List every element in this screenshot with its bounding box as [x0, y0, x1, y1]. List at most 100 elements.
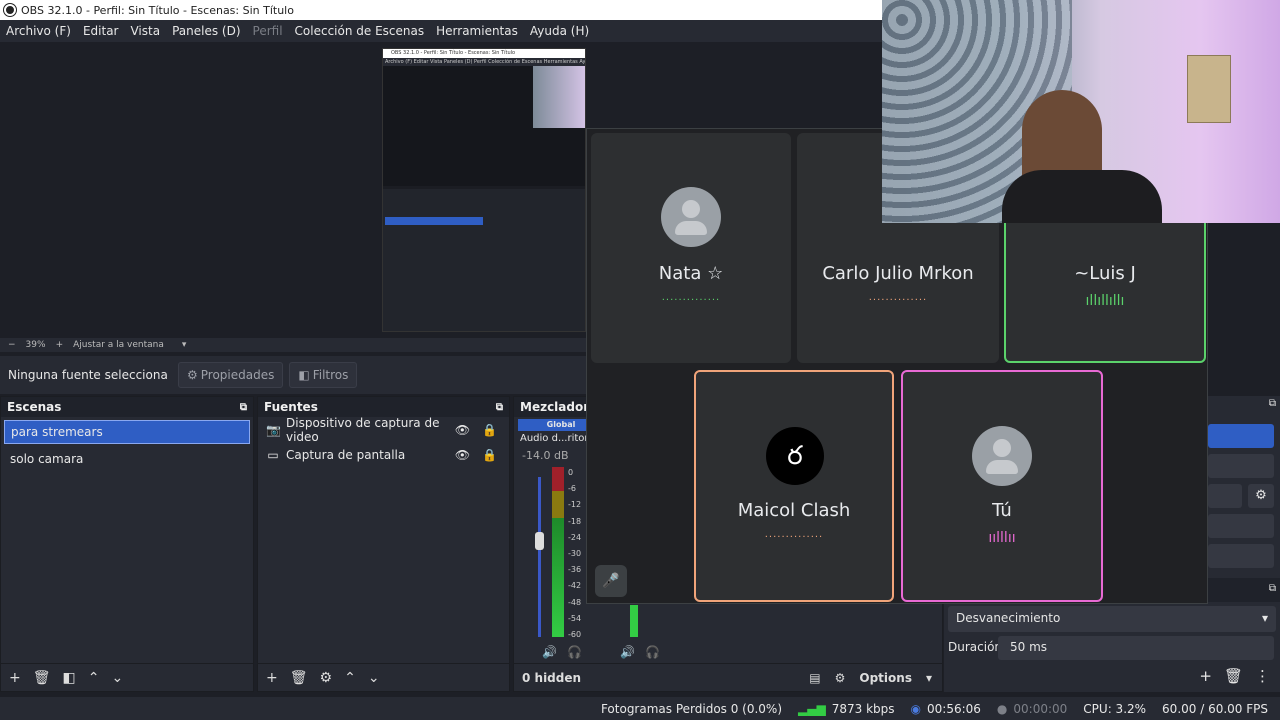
options-button[interactable]: Options: [859, 671, 912, 685]
gear-icon[interactable]: ⚙: [1248, 484, 1274, 508]
source-item[interactable]: 📷 Dispositivo de captura de video 👁 🔒: [258, 416, 509, 444]
scale-tick: -54: [568, 613, 582, 623]
speaking-wave-icon: ıllıllıllı: [1085, 293, 1125, 309]
headphones-icon[interactable]: 🎧: [567, 645, 582, 659]
move-down-icon[interactable]: ⌄: [368, 670, 380, 686]
stream-time-group: ◉ 00:56:06: [911, 702, 981, 716]
add-icon[interactable]: +: [1199, 667, 1212, 685]
speaker-icon[interactable]: 🔊: [542, 645, 557, 659]
scale-tick: -24: [568, 532, 582, 542]
no-source-label: Ninguna fuente selecciona: [8, 368, 168, 382]
scenes-dock: Escenas ⧉ para stremears solo camara + 🗑…: [0, 396, 254, 692]
undock-icon[interactable]: ⧉: [1269, 398, 1276, 409]
lock-icon[interactable]: 🔒: [482, 423, 497, 437]
undock-icon[interactable]: ⧉: [240, 402, 247, 413]
mixer-footer: 0 hidden ▤ ⚙ Options ▾: [514, 663, 942, 691]
menu-archivo[interactable]: Archivo (F): [0, 24, 77, 38]
control-button[interactable]: [1208, 544, 1274, 568]
zoom-out-button[interactable]: −: [8, 340, 16, 350]
control-button[interactable]: [1208, 454, 1274, 478]
scenes-title: Escenas: [7, 400, 62, 414]
undock-icon[interactable]: ⧉: [496, 402, 503, 413]
move-up-icon[interactable]: ⌃: [344, 670, 356, 686]
settings-icon[interactable]: ⚙: [835, 671, 846, 685]
menu-perfil[interactable]: Perfil: [247, 24, 289, 38]
scale-tick: -60: [568, 630, 582, 640]
participant-name: Carlo Julio Mrkon: [822, 263, 974, 284]
sources-dock: Fuentes ⧉ 📷 Dispositivo de captura de vi…: [257, 396, 510, 692]
scene-item[interactable]: para stremears: [4, 420, 250, 444]
scale-tick: -48: [568, 597, 582, 607]
rec-time-group: ● 00:00:00: [997, 702, 1067, 716]
scene-item[interactable]: solo camara: [4, 447, 250, 471]
participant-tile-self[interactable]: Tú ıılllıı: [901, 370, 1103, 602]
add-icon[interactable]: +: [9, 670, 21, 686]
volume-meter-2: [630, 605, 638, 637]
speaker-icon[interactable]: 🔊: [620, 645, 635, 659]
eye-icon[interactable]: 👁: [455, 423, 470, 437]
rec-time: 00:00:00: [1013, 701, 1068, 716]
window-title: OBS 32.1.0 - Perfil: Sin Título - Escena…: [21, 3, 294, 17]
filter-icon[interactable]: ◧: [63, 670, 76, 686]
sources-toolbar: + 🗑 ⚙ ⌃ ⌄: [258, 663, 509, 691]
transition-type: Desvanecimiento: [956, 611, 1061, 625]
menu-herramientas[interactable]: Herramientas: [430, 24, 524, 38]
duration-field[interactable]: 50 ms: [998, 636, 1274, 660]
participant-tile[interactable]: ర Maicol Clash ··············: [694, 370, 894, 602]
control-button[interactable]: [1208, 484, 1242, 508]
volume-slider-track[interactable]: [538, 477, 541, 637]
nested-screen-capture: OBS 32.1.0 - Perfil: Sin Título - Escena…: [382, 48, 586, 332]
nested-menu: Archivo (F) Editar Vista Paneles (D) Per…: [383, 58, 586, 66]
menu-editar[interactable]: Editar: [77, 24, 125, 38]
wall-poster: [1187, 55, 1231, 123]
bitrate: 7873 kbps: [831, 701, 895, 716]
properties-label: Propiedades: [200, 368, 275, 382]
more-icon[interactable]: ⋮: [1255, 667, 1270, 685]
source-item[interactable]: ▭ Captura de pantalla 👁 🔒: [258, 442, 509, 467]
volume-meter: [552, 467, 564, 637]
audio-indicator: ··············: [661, 295, 721, 306]
undock-icon[interactable]: ⧉: [1269, 583, 1276, 594]
chevron-down-icon[interactable]: ▾: [182, 340, 187, 350]
filters-button[interactable]: ◧ Filtros: [289, 362, 358, 388]
zoom-in-button[interactable]: +: [56, 340, 64, 350]
chevron-down-icon[interactable]: ▾: [926, 671, 932, 685]
participant-tile[interactable]: Nata ☆ ··············: [591, 133, 791, 363]
control-button[interactable]: [1208, 514, 1274, 538]
scale-tick: -18: [568, 516, 582, 526]
microphone-icon[interactable]: 🎤: [595, 565, 627, 597]
gear-icon: ⚙: [187, 368, 198, 382]
trash-icon[interactable]: 🗑: [33, 670, 51, 686]
transition-select[interactable]: Desvanecimiento ▾: [948, 606, 1276, 632]
layout-icon[interactable]: ▤: [809, 671, 820, 685]
scale-tick: -30: [568, 549, 582, 559]
hidden-count: 0 hidden: [522, 670, 582, 685]
menu-paneles[interactable]: Paneles (D): [166, 24, 246, 38]
scenes-header: Escenas ⧉: [1, 397, 253, 417]
zoom-bar: − 39% + Ajustar a la ventana ▾: [0, 338, 590, 352]
add-icon[interactable]: +: [266, 670, 278, 686]
trash-icon[interactable]: 🗑: [290, 670, 308, 686]
menu-vista[interactable]: Vista: [124, 24, 166, 38]
volume-slider-handle[interactable]: [535, 532, 544, 550]
filter-icon: ◧: [298, 368, 310, 382]
move-down-icon[interactable]: ⌄: [111, 670, 123, 686]
menu-coleccion-escenas[interactable]: Colección de Escenas: [289, 24, 431, 38]
obs-logo-icon: [4, 4, 16, 16]
scale-tick: 0: [568, 468, 574, 477]
eye-icon[interactable]: 👁: [455, 448, 470, 462]
meter-scale: 0 -6 -12 -18 -24 -30 -36 -42 -48 -54 -60: [568, 465, 581, 643]
participant-name: ~Luis J: [1074, 263, 1136, 284]
bitrate-group: ▂▄▆ 7873 kbps: [798, 702, 894, 716]
headphones-icon[interactable]: 🎧: [645, 645, 660, 659]
gear-icon[interactable]: ⚙: [320, 670, 333, 686]
fps: 60.00 / 60.00 FPS: [1162, 701, 1268, 716]
properties-button[interactable]: ⚙ Propiedades: [178, 362, 284, 388]
lock-icon[interactable]: 🔒: [482, 448, 497, 462]
trash-icon[interactable]: 🗑: [1224, 667, 1243, 685]
move-up-icon[interactable]: ⌃: [88, 670, 100, 686]
zoom-fit-select[interactable]: Ajustar a la ventana: [73, 340, 164, 350]
transitions-toolbar: + 🗑 ⋮: [944, 662, 1280, 690]
menu-ayuda[interactable]: Ayuda (H): [524, 24, 595, 38]
control-button-active[interactable]: [1208, 424, 1274, 448]
